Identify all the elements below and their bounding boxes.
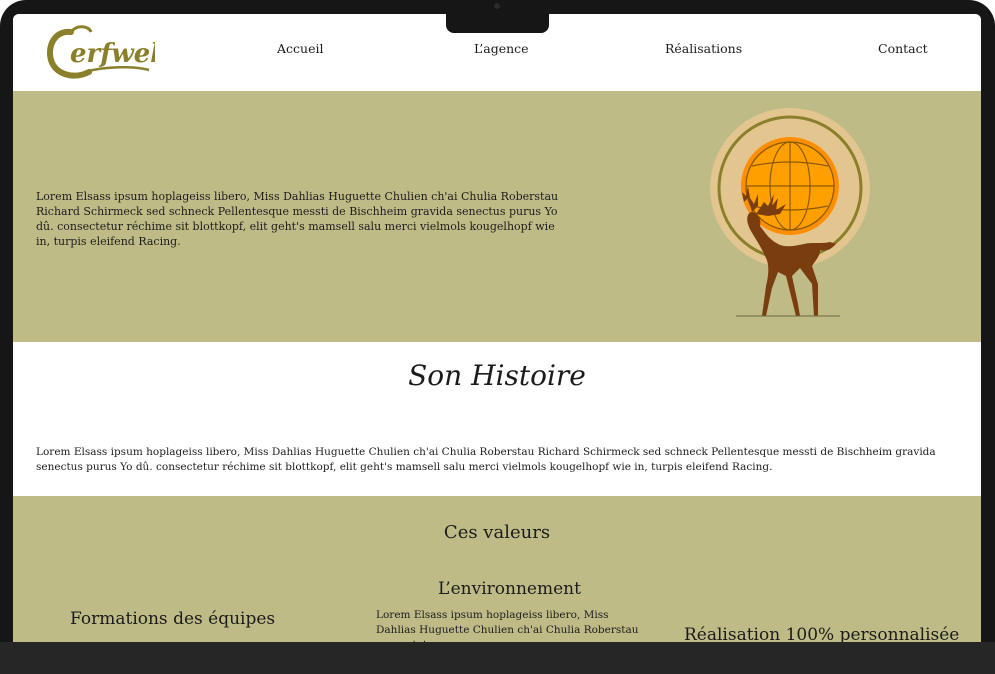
cerfweb-logo[interactable]: erfweb [45,20,155,84]
deer-globe-illustration [710,108,870,317]
hero-section: Lorem Elsass ipsum hoplageiss libero, Mi… [13,91,981,342]
value-realisation-title: Réalisation 100% personnalisée [684,625,960,642]
values-title: Ces valeurs [443,522,551,543]
svg-text:erfweb: erfweb [70,39,155,69]
value-environnement-title: L’environnement [438,579,581,599]
camera-dot [494,3,500,9]
history-title: Son Histoire [408,359,586,392]
nav-agence[interactable]: L’agence [474,41,529,56]
nav-contact[interactable]: Contact [878,41,928,56]
values-section: Ces valeurs Formations des équipes L’env… [13,496,981,642]
value-environnement-text: Lorem Elsass ipsum hoplageiss libero, Mi… [376,609,639,642]
browser-viewport: erfweb Accueil L’agence Réalisations Con… [13,14,981,642]
laptop-base [0,642,995,674]
history-paragraph: Lorem Elsass ipsum hoplageiss libero, Mi… [36,446,936,473]
nav-accueil[interactable]: Accueil [277,41,323,56]
nav-realisations[interactable]: Réalisations [665,41,742,56]
value-formations-title: Formations des équipes [70,609,276,629]
camera-notch [446,0,549,33]
hero-paragraph: Lorem Elsass ipsum hoplageiss libero, Mi… [36,190,559,248]
history-section: Son Histoire Lorem Elsass ipsum hoplagei… [13,342,981,496]
